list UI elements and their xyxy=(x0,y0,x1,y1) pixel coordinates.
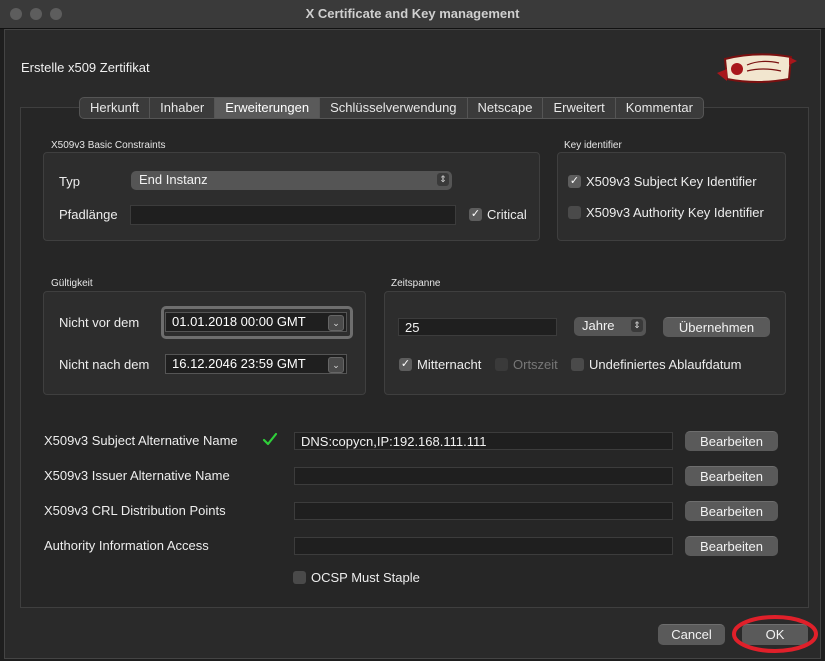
dialog-heading: Erstelle x509 Zertifikat xyxy=(21,60,150,75)
timespan-amount-input[interactable]: 25 xyxy=(398,318,557,336)
typ-select[interactable]: End Instanz ⇕ xyxy=(131,171,452,190)
authority-key-identifier-checkbox[interactable] xyxy=(568,206,581,219)
edit-authority-info-access-button[interactable]: Bearbeiten xyxy=(685,536,778,556)
tab-bar: Herkunft Inhaber Erweiterungen Schlüssel… xyxy=(79,97,704,119)
ocsp-must-staple-label: OCSP Must Staple xyxy=(311,570,420,585)
extension-label: Authority Information Access xyxy=(44,538,209,553)
ocsp-must-staple-checkbox[interactable] xyxy=(293,571,306,584)
extension-label: X509v3 CRL Distribution Points xyxy=(44,503,226,518)
localtime-label: Ortszeit xyxy=(513,357,558,372)
pfadlaenge-label: Pfadlänge xyxy=(59,207,118,222)
certificate-seal-icon xyxy=(717,53,797,83)
apply-timespan-button[interactable]: Übernehmen xyxy=(663,317,770,337)
not-after-value: 16.12.2046 23:59 GMT xyxy=(172,356,306,371)
updown-chevron-icon: ⇕ xyxy=(437,173,449,186)
extension-label: X509v3 Issuer Alternative Name xyxy=(44,468,230,483)
subject-alt-name-input[interactable]: DNS:copycn,IP:192.168.111.111 xyxy=(294,432,673,450)
critical-checkbox[interactable]: ✓ xyxy=(469,208,482,221)
extension-label: X509v3 Subject Alternative Name xyxy=(44,433,238,448)
key-identifier-title: Key identifier xyxy=(564,140,622,151)
checkmark-icon xyxy=(262,432,278,446)
midnight-checkbox[interactable]: ✓ xyxy=(399,358,412,371)
cancel-button[interactable]: Cancel xyxy=(658,624,725,645)
timespan-title: Zeitspanne xyxy=(391,278,441,289)
subject-key-identifier-checkbox[interactable]: ✓ xyxy=(568,175,581,188)
crl-distribution-points-input[interactable] xyxy=(294,502,673,520)
chevron-down-icon[interactable]: ⌄ xyxy=(328,357,344,373)
basic-constraints-title: X509v3 Basic Constraints xyxy=(51,140,166,151)
authority-key-identifier-label: X509v3 Authority Key Identifier xyxy=(586,205,764,220)
typ-label: Typ xyxy=(59,174,80,189)
tab-erweitert[interactable]: Erweitert xyxy=(543,98,616,118)
undefined-expiry-checkbox[interactable] xyxy=(571,358,584,371)
midnight-label: Mitternacht xyxy=(417,357,482,372)
edit-crl-distribution-points-button[interactable]: Bearbeiten xyxy=(685,501,778,521)
timespan-unit-select[interactable]: Jahre ⇕ xyxy=(574,317,646,336)
authority-info-access-input[interactable] xyxy=(294,537,673,555)
subject-key-identifier-label: X509v3 Subject Key Identifier xyxy=(586,174,757,189)
timespan-unit-value: Jahre xyxy=(582,318,615,333)
tab-schluesselverwendung[interactable]: Schlüsselverwendung xyxy=(320,98,468,118)
not-before-label: Nicht vor dem xyxy=(59,315,140,330)
tab-erweiterungen[interactable]: Erweiterungen xyxy=(215,98,321,118)
basic-constraints-group xyxy=(43,152,540,241)
not-before-value: 01.01.2018 00:00 GMT xyxy=(172,314,306,329)
critical-label: Critical xyxy=(487,207,527,222)
edit-subject-alt-name-button[interactable]: Bearbeiten xyxy=(685,431,778,451)
tab-inhaber[interactable]: Inhaber xyxy=(150,98,216,118)
tab-netscape[interactable]: Netscape xyxy=(468,98,544,118)
annotation-circle xyxy=(732,615,818,653)
updown-chevron-icon: ⇕ xyxy=(631,319,643,332)
typ-select-value: End Instanz xyxy=(139,172,208,187)
tab-herkunft[interactable]: Herkunft xyxy=(80,98,151,118)
not-after-datetime-field[interactable]: 16.12.2046 23:59 GMT ⌄ xyxy=(165,354,347,374)
chevron-down-icon[interactable]: ⌄ xyxy=(328,315,344,331)
pfadlaenge-input[interactable] xyxy=(130,205,456,225)
key-identifier-group xyxy=(557,152,786,241)
edit-issuer-alt-name-button[interactable]: Bearbeiten xyxy=(685,466,778,486)
not-before-datetime-field[interactable]: 01.01.2018 00:00 GMT ⌄ xyxy=(165,312,347,332)
undefined-expiry-label: Undefiniertes Ablaufdatum xyxy=(589,357,742,372)
localtime-checkbox[interactable] xyxy=(495,358,508,371)
validity-title: Gültigkeit xyxy=(51,278,93,289)
timespan-group xyxy=(384,291,786,395)
not-after-label: Nicht nach dem xyxy=(59,357,150,372)
issuer-alt-name-input[interactable] xyxy=(294,467,673,485)
tab-kommentar[interactable]: Kommentar xyxy=(616,98,703,118)
window-title: X Certificate and Key management xyxy=(305,6,520,21)
